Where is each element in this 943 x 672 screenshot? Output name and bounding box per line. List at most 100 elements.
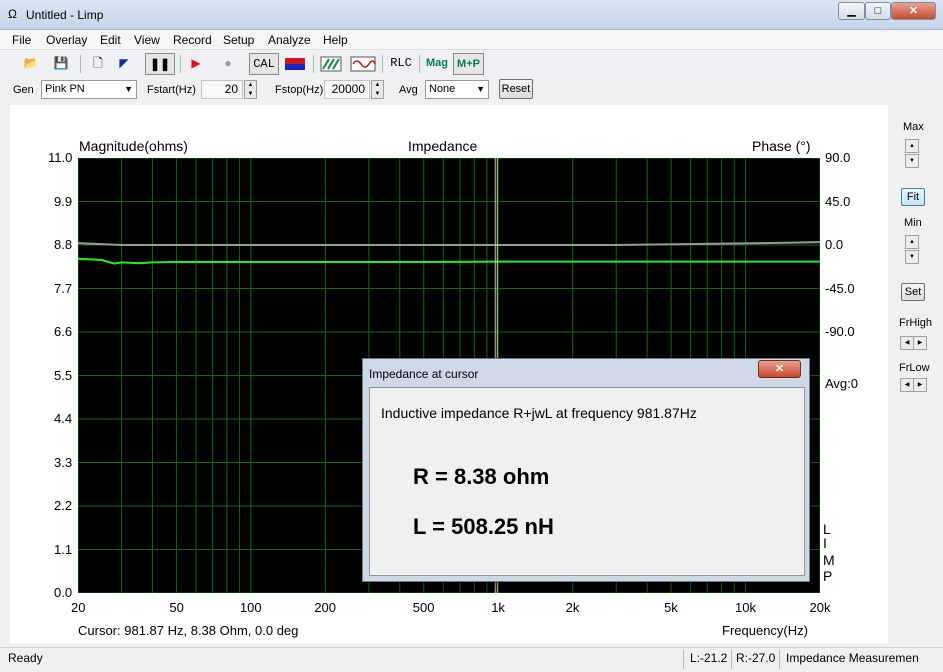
frhigh-label: FrHigh bbox=[899, 317, 933, 329]
toolbar: 📂 💾 🗋 ◤ ❚❚ ▶ ● CAL RLC Mag M+P bbox=[0, 51, 943, 77]
y-tick-label-left: 7.7 bbox=[54, 280, 73, 296]
fstop-input[interactable]: 20000 bbox=[324, 80, 370, 99]
chevron-down-icon: ▼ bbox=[124, 84, 133, 94]
frhigh-right-arrow[interactable]: ▶ bbox=[913, 336, 927, 350]
menu-setup[interactable]: Setup bbox=[223, 33, 254, 47]
gen-select[interactable]: Pink PN ▼ bbox=[41, 80, 137, 99]
window-title: Untitled - Limp bbox=[26, 8, 104, 22]
min-label: Min bbox=[904, 217, 922, 229]
limp-letter: P bbox=[823, 568, 833, 584]
x-tick-label: 50 bbox=[169, 600, 184, 615]
dialog-close-button[interactable]: ✕ bbox=[758, 360, 801, 378]
app-icon: Ω bbox=[8, 7, 17, 21]
y-tick-label-right: -45.0 bbox=[825, 280, 855, 296]
avg-label: Avg bbox=[399, 84, 418, 96]
menu-file[interactable]: File bbox=[12, 33, 31, 47]
status-r-value: R:-27.0 bbox=[736, 651, 776, 665]
mag-button[interactable]: Mag bbox=[424, 53, 450, 75]
x-tick-label: 20k bbox=[809, 600, 831, 615]
y-tick-label-left: 5.5 bbox=[54, 367, 73, 383]
max-up-arrow[interactable]: ▲ bbox=[905, 139, 919, 153]
x-axis-label: Frequency(Hz) bbox=[722, 623, 808, 638]
color-bars-icon[interactable] bbox=[284, 53, 306, 75]
fstop-label: Fstop(Hz) bbox=[275, 84, 324, 96]
frlow-left-arrow[interactable]: ◀ bbox=[900, 378, 914, 392]
frlow-label: FrLow bbox=[899, 362, 930, 374]
open-folder-icon[interactable]: 📂 bbox=[20, 53, 42, 75]
gen-select-value: Pink PN bbox=[45, 83, 85, 95]
menu-bar: File Overlay Edit View Record Setup Anal… bbox=[0, 30, 943, 50]
mag-phase-button[interactable]: M+P bbox=[453, 53, 484, 75]
cal-button[interactable]: CAL bbox=[249, 53, 279, 75]
status-ready: Ready bbox=[8, 651, 43, 665]
waterfall-icon[interactable] bbox=[320, 53, 342, 75]
y-tick-label-left: 3.3 bbox=[54, 454, 73, 470]
fstart-label: Fstart(Hz) bbox=[147, 84, 196, 96]
menu-record[interactable]: Record bbox=[173, 33, 212, 47]
status-bar: Ready L:-21.2 R:-27.0 Impedance Measurem… bbox=[0, 647, 943, 672]
max-label: Max bbox=[903, 121, 924, 133]
x-tick-label: 2k bbox=[565, 600, 580, 615]
y-tick-label-left: 11.0 bbox=[48, 150, 73, 165]
close-button[interactable]: ✕ bbox=[891, 2, 936, 20]
rlc-button[interactable]: RLC bbox=[388, 53, 414, 75]
x-tick-label: 10k bbox=[735, 600, 756, 615]
copy-icon[interactable]: 🗋 bbox=[88, 53, 108, 75]
avg-select-value: None bbox=[429, 83, 456, 95]
y-tick-label-left: 2.2 bbox=[54, 498, 73, 513]
parameter-row: Gen Pink PN ▼ Fstart(Hz) 20 ▲ ▼ Fstop(Hz)… bbox=[0, 78, 943, 102]
title-bar: Ω Untitled - Limp ▁ □ ✕ bbox=[0, 0, 943, 30]
y-tick-label-left: 9.9 bbox=[54, 193, 73, 209]
waveform-icon[interactable] bbox=[350, 53, 376, 75]
chart-title: Impedance bbox=[408, 138, 478, 154]
menu-analyze[interactable]: Analyze bbox=[268, 33, 311, 47]
y-tick-label-left: 4.4 bbox=[54, 411, 73, 426]
limp-letter: I bbox=[823, 535, 827, 551]
fstop-spinner[interactable]: ▲ ▼ bbox=[371, 80, 384, 99]
stop-button[interactable]: ● bbox=[218, 53, 238, 75]
y-tick-label-right: 0.0 bbox=[825, 237, 844, 252]
avg-select[interactable]: None ▼ bbox=[425, 80, 489, 99]
save-icon[interactable]: 💾 bbox=[50, 53, 72, 75]
marker-icon[interactable]: ◤ bbox=[114, 53, 134, 75]
min-up-arrow[interactable]: ▲ bbox=[905, 235, 919, 249]
max-down-arrow[interactable]: ▼ bbox=[905, 154, 919, 168]
impedance-dialog: Impedance at cursor ✕ Inductive impedanc… bbox=[362, 358, 810, 582]
y-axis-label-right: Phase (°) bbox=[752, 138, 811, 154]
y-tick-label-right: 90.0 bbox=[825, 150, 851, 165]
pause-button[interactable]: ❚❚ bbox=[145, 53, 175, 75]
play-button[interactable]: ▶ bbox=[186, 53, 206, 75]
x-tick-label: 100 bbox=[239, 600, 262, 615]
y-tick-label-left: 8.8 bbox=[54, 237, 73, 252]
chevron-down-icon: ▼ bbox=[476, 84, 485, 94]
set-button[interactable]: Set bbox=[901, 283, 925, 301]
frhigh-left-arrow[interactable]: ◀ bbox=[900, 336, 914, 350]
resistance-value: R = 8.38 ohm bbox=[413, 464, 550, 489]
y-tick-label-right: -90.0 bbox=[825, 324, 855, 339]
inductance-value: L = 508.25 nH bbox=[413, 514, 554, 539]
y-tick-label-right: 45.0 bbox=[825, 193, 851, 209]
y-tick-label-left: 1.1 bbox=[54, 541, 73, 557]
gen-label: Gen bbox=[13, 84, 34, 96]
dialog-description: Inductive impedance R+jwL at frequency 9… bbox=[381, 405, 697, 421]
min-down-arrow[interactable]: ▼ bbox=[905, 250, 919, 264]
cursor-readout: Cursor: 981.87 Hz, 8.38 Ohm, 0.0 deg bbox=[78, 623, 299, 638]
fstart-input[interactable]: 20 bbox=[201, 80, 243, 99]
limp-letter: M bbox=[823, 552, 835, 568]
menu-view[interactable]: View bbox=[134, 33, 160, 47]
minimize-button[interactable]: ▁ bbox=[838, 2, 865, 20]
menu-overlay[interactable]: Overlay bbox=[46, 33, 87, 47]
reset-button[interactable]: Reset bbox=[499, 79, 533, 99]
maximize-button[interactable]: □ bbox=[865, 2, 891, 20]
x-tick-label: 500 bbox=[412, 600, 435, 615]
fstart-spinner[interactable]: ▲ ▼ bbox=[244, 80, 257, 99]
menu-edit[interactable]: Edit bbox=[100, 33, 121, 47]
menu-help[interactable]: Help bbox=[323, 33, 348, 47]
frlow-right-arrow[interactable]: ▶ bbox=[913, 378, 927, 392]
fit-button[interactable]: Fit bbox=[901, 188, 925, 206]
avg-readout: Avg:0 bbox=[825, 376, 859, 391]
y-tick-label-left: 6.6 bbox=[54, 324, 73, 339]
status-mode: Impedance Measuremen bbox=[786, 651, 919, 665]
status-l-value: L:-21.2 bbox=[690, 651, 728, 665]
x-tick-label: 5k bbox=[664, 600, 678, 615]
